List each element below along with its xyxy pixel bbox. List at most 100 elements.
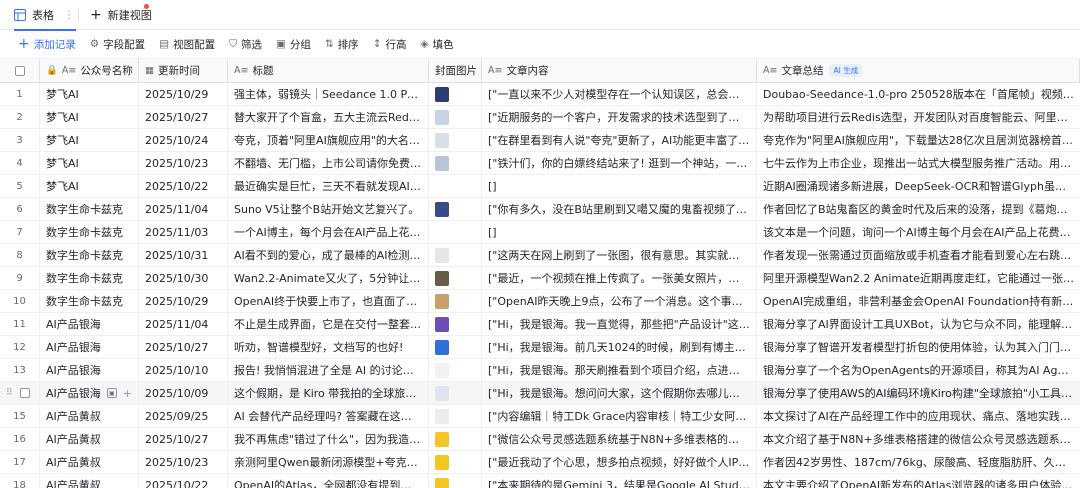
cell-account[interactable]: 梦飞AI: [40, 152, 139, 174]
cell-updated[interactable]: 2025/10/22: [139, 474, 228, 488]
cell-content[interactable]: ["最近我动了个心思，想多拍点视频，好好做个人IP。毕竟...: [482, 451, 757, 473]
cover-thumbnail[interactable]: [435, 316, 449, 332]
group-button[interactable]: ▣ 分组: [276, 37, 311, 52]
cell-title[interactable]: 强主体，弱镜头｜Seedance 1.0 Pro首尾...: [228, 83, 429, 105]
cell-updated[interactable]: 2025/10/23: [139, 451, 228, 473]
cell-content[interactable]: ["铁汁们，你的白嫖终结站来了! 逛到一个神站，一通操...: [482, 152, 757, 174]
row-checkbox[interactable]: [19, 388, 30, 398]
view-config-button[interactable]: ▤ 视图配置: [159, 37, 215, 52]
cell-cover[interactable]: [429, 106, 482, 128]
cell-cover[interactable]: [429, 428, 482, 450]
cell-title[interactable]: OpenAI终于快要上市了，也直面了这23...: [228, 290, 429, 312]
table-row[interactable]: 8 数字生命卡兹克 2025/10/31 AI看不到的爱心，成了最棒的AI检测器。 ["…: [0, 244, 1080, 267]
cell-updated[interactable]: 2025/10/27: [139, 106, 228, 128]
cell-account[interactable]: AI产品银海 ▣ +: [40, 382, 139, 404]
cell-account[interactable]: 梦飞AI: [40, 83, 139, 105]
cell-updated[interactable]: 2025/10/27: [139, 428, 228, 450]
cover-thumbnail[interactable]: [435, 86, 449, 102]
column-header-updated[interactable]: ▦ 更新时间: [139, 59, 228, 82]
cell-account[interactable]: 数字生命卡兹克: [40, 198, 139, 220]
cell-content[interactable]: ["近期服务的一个客户，开发需求的技术选型到了关键节...: [482, 106, 757, 128]
cell-summary[interactable]: 银海分享了使用AWS的AI编码环境Kiro构建"全球旅拍"小工具的经历。...: [757, 382, 1080, 404]
cell-title[interactable]: 替大家开了个盲盒，五大主流云Redis实...: [228, 106, 429, 128]
cell-account[interactable]: 数字生命卡兹克: [40, 267, 139, 289]
row-height-button[interactable]: ↕ 行高: [373, 37, 407, 52]
table-row[interactable]: 10 数字生命卡兹克 2025/10/29 OpenAI终于快要上市了，也直面了这23…: [0, 290, 1080, 313]
cell-updated[interactable]: 2025/11/03: [139, 221, 228, 243]
table-row[interactable]: 15 AI产品黄叔 2025/09/25 AI 会替代产品经理吗? 答案藏在这份白..…: [0, 405, 1080, 428]
cover-thumbnail[interactable]: [435, 408, 449, 424]
cell-account[interactable]: AI产品黄叔: [40, 451, 139, 473]
cell-content[interactable]: ["你有多久，没在B站里刷到又噶又魔的鬼畜视频了? 讲道...: [482, 198, 757, 220]
tab-table-view[interactable]: 表格 ⋮: [14, 0, 76, 31]
cell-cover[interactable]: [429, 313, 482, 335]
add-icon[interactable]: +: [123, 387, 132, 400]
cell-title[interactable]: 不翻墙、无门槛，上市公司请你免费用...: [228, 152, 429, 174]
cell-updated[interactable]: 2025/10/24: [139, 129, 228, 151]
cell-updated[interactable]: 2025/10/31: [139, 244, 228, 266]
cell-title[interactable]: 听劝，智谱模型好，文档写的也好!: [228, 336, 429, 358]
cell-cover[interactable]: [429, 451, 482, 473]
cell-cover[interactable]: [429, 290, 482, 312]
expand-record-icon[interactable]: ▣: [106, 388, 117, 398]
cell-updated[interactable]: 2025/10/29: [139, 83, 228, 105]
cell-content[interactable]: ["在群里看到有人说"夸克"更新了，AI功能更丰富了。但我...: [482, 129, 757, 151]
table-row[interactable]: 1 梦飞AI 2025/10/29 强主体，弱镜头｜Seedance 1.0 Pro首…: [0, 83, 1080, 106]
cell-summary[interactable]: 该文本是一个问题，询问一个AI博主每个月会在AI产品上花费多少钱。: [757, 221, 1080, 243]
cell-summary[interactable]: 银海分享了智谱开发者模型打折包的使用体验，认为其入门门槛低（2...: [757, 336, 1080, 358]
column-header-cover[interactable]: 封面图片: [429, 59, 482, 82]
cell-summary[interactable]: 近期AI圈涌现诸多新进展，DeepSeek-OCR和智谱Glyph虽方法不同，.…: [757, 175, 1080, 197]
cell-cover[interactable]: [429, 198, 482, 220]
cell-cover[interactable]: [429, 152, 482, 174]
cell-updated[interactable]: 2025/10/29: [139, 290, 228, 312]
cover-thumbnail[interactable]: [435, 132, 449, 148]
cell-account[interactable]: 梦飞AI: [40, 106, 139, 128]
table-row[interactable]: 6 数字生命卡兹克 2025/11/04 Suno V5让整个B站开始文艺复兴了。 ["…: [0, 198, 1080, 221]
table-row[interactable]: ⠿ AI产品银海 ▣ +2025/10/09 这个假期，是 Kiro 带我拍的全球旅游照…: [0, 382, 1080, 405]
table-row[interactable]: 5 梦飞AI 2025/10/22 最近确实是巨忙，三天不看就发现AI圈... [] 近期…: [0, 175, 1080, 198]
cover-thumbnail[interactable]: [435, 339, 449, 355]
cell-account[interactable]: 梦飞AI: [40, 129, 139, 151]
cell-content[interactable]: ["Hi，我是银海。想问问大家，这个假期你去哪儿玩了? 是...: [482, 382, 757, 404]
cell-account[interactable]: 数字生命卡兹克: [40, 221, 139, 243]
cell-title[interactable]: 一个AI博主，每个月会在AI产品上花多少...: [228, 221, 429, 243]
cell-summary[interactable]: 阿里开源模型Wan2.2 Animate近期再度走红，它能通过一张照片和一...: [757, 267, 1080, 289]
table-row[interactable]: 2 梦飞AI 2025/10/27 替大家开了个盲盒，五大主流云Redis实... ["…: [0, 106, 1080, 129]
cell-account[interactable]: AI产品黄叔: [40, 428, 139, 450]
cell-cover[interactable]: [429, 129, 482, 151]
cell-cover[interactable]: [429, 336, 482, 358]
select-all-checkbox[interactable]: [14, 65, 25, 76]
cell-content[interactable]: ["微信公众号灵感选题系统基于N8N+多维表格的自动信息...: [482, 428, 757, 450]
cell-cover[interactable]: [429, 359, 482, 381]
cell-summary[interactable]: Doubao-Seedance-1.0-pro 250528版本在「首尾帧」视频…: [757, 83, 1080, 105]
cell-summary[interactable]: 夸克作为"阿里AI旗舰应用"，下载量达28亿次且居浏览器榜首位。其...: [757, 129, 1080, 151]
cell-title[interactable]: 最近确实是巨忙，三天不看就发现AI圈...: [228, 175, 429, 197]
sort-button[interactable]: ⇅ 排序: [325, 37, 359, 52]
cell-updated[interactable]: 2025/09/25: [139, 405, 228, 427]
cover-thumbnail[interactable]: [435, 247, 449, 263]
cell-updated[interactable]: 2025/10/30: [139, 267, 228, 289]
cell-title[interactable]: AI看不到的爱心，成了最棒的AI检测器。: [228, 244, 429, 266]
cell-updated[interactable]: 2025/10/23: [139, 152, 228, 174]
cover-thumbnail[interactable]: [435, 293, 449, 309]
table-row[interactable]: 13 AI产品银海 2025/10/10 报告! 我悄悄混进了全是 AI 的讨论组..…: [0, 359, 1080, 382]
cell-updated[interactable]: 2025/10/22: [139, 175, 228, 197]
cell-account[interactable]: AI产品银海: [40, 313, 139, 335]
cell-title[interactable]: 这个假期，是 Kiro 带我拍的全球旅游照。: [228, 382, 429, 404]
cell-content[interactable]: ["一直以来不少人对模型存在一个认知误区，总会在问:...: [482, 83, 757, 105]
cell-content[interactable]: ["这两天在网上刷到了一张图，很有意思。其实就是一张...: [482, 244, 757, 266]
cell-summary[interactable]: 本文介绍了基于N8N+多维表格搭建的微信公众号灵感选题系统。因黄...: [757, 428, 1080, 450]
cell-account[interactable]: 数字生命卡兹克: [40, 290, 139, 312]
cell-account[interactable]: 梦飞AI: [40, 175, 139, 197]
column-header-account[interactable]: 🔒 A≡ 公众号名称: [40, 59, 139, 82]
cell-cover[interactable]: [429, 382, 482, 404]
cover-thumbnail[interactable]: [435, 362, 449, 378]
cell-updated[interactable]: 2025/10/10: [139, 359, 228, 381]
table-row[interactable]: 4 梦飞AI 2025/10/23 不翻墙、无门槛，上市公司请你免费用... ["铁汁们…: [0, 152, 1080, 175]
cell-content[interactable]: ["OpenAI昨天晚上9点，公布了一个消息。这个事，影响还...: [482, 290, 757, 312]
cell-title[interactable]: Wan2.2-Animate又火了，5分钟让抠脚大...: [228, 267, 429, 289]
fill-color-button[interactable]: ◈ 填色: [421, 37, 454, 52]
cell-cover[interactable]: [429, 267, 482, 289]
cell-account[interactable]: AI产品银海: [40, 336, 139, 358]
cell-summary[interactable]: 银海分享了AI界面设计工具UXBot，认为它与众不同，能理解产品设计...: [757, 313, 1080, 335]
